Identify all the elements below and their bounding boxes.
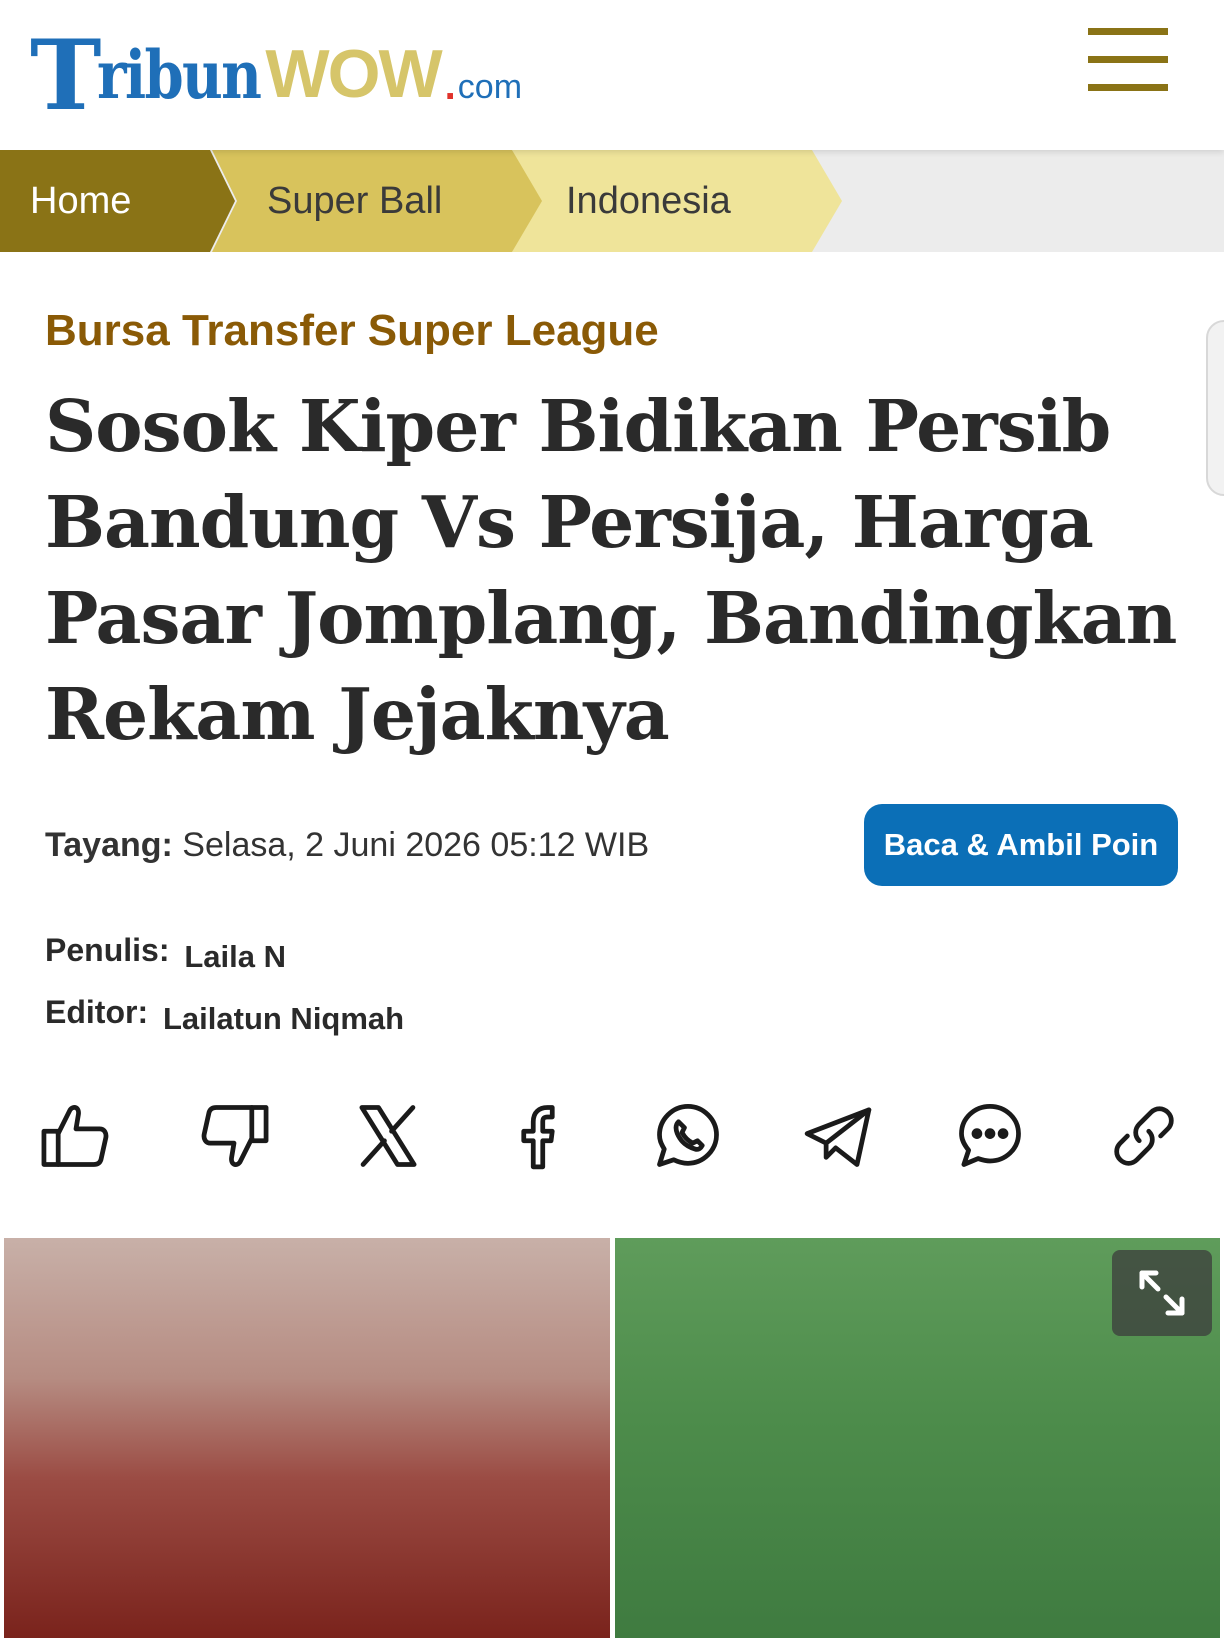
breadcrumb-super-ball[interactable]: Super Ball: [212, 150, 542, 252]
site-header: T ribun WOW . com: [0, 0, 1224, 150]
breadcrumb-home[interactable]: Home: [0, 150, 235, 252]
logo-letter-t: T: [30, 19, 101, 132]
thumbs-down-icon[interactable]: [196, 1098, 272, 1174]
read-earn-points-button[interactable]: Baca & Ambil Poin: [864, 804, 1178, 886]
link-icon[interactable]: [1106, 1098, 1182, 1174]
facebook-icon[interactable]: [500, 1098, 576, 1174]
breadcrumb-indonesia[interactable]: Indonesia: [512, 150, 842, 252]
article-category[interactable]: Bursa Transfer Super League: [45, 306, 659, 356]
featured-image[interactable]: [4, 1238, 1220, 1638]
logo-ribun: ribun: [97, 36, 262, 114]
author-credit: Penulis: Laila N: [45, 932, 286, 974]
breadcrumb: Home Super Ball Indonesia: [0, 150, 1224, 252]
tribunwow-logo[interactable]: T ribun WOW . com: [30, 14, 522, 124]
breadcrumb-super-ball-label: Super Ball: [267, 179, 443, 222]
logo-dot: .: [444, 64, 456, 108]
editor-name[interactable]: Lailatun Niqmah: [163, 1001, 404, 1036]
publish-date: Tayang: Selasa, 2 Juni 2026 05:12 WIB: [45, 826, 649, 865]
x-icon[interactable]: [350, 1098, 426, 1174]
logo-com: com: [457, 68, 523, 106]
telegram-icon[interactable]: [800, 1098, 876, 1174]
persija-players-photo: [4, 1238, 610, 1638]
expand-icon[interactable]: [1112, 1250, 1212, 1336]
editor-label: Editor:: [45, 994, 149, 1030]
article-title: Sosok Kiper Bidikan Persib Bandung Vs Pe…: [45, 384, 1177, 756]
publish-date-value: Selasa, 2 Juni 2026 05:12 WIB: [182, 826, 650, 864]
logo-wow: WOW: [265, 36, 442, 112]
share-bar: [36, 1098, 1196, 1178]
author-name[interactable]: Laila N: [184, 939, 286, 974]
side-drawer-tab[interactable]: [1206, 320, 1224, 496]
author-label: Penulis:: [45, 932, 170, 968]
publish-date-label: Tayang:: [45, 826, 173, 864]
comment-icon[interactable]: [952, 1098, 1028, 1174]
editor-credit: Editor: Lailatun Niqmah: [45, 994, 404, 1036]
breadcrumb-indonesia-label: Indonesia: [566, 179, 731, 222]
whatsapp-icon[interactable]: [650, 1098, 726, 1174]
hamburger-icon[interactable]: [1088, 28, 1168, 92]
thumbs-up-icon[interactable]: [38, 1098, 114, 1174]
breadcrumb-home-label: Home: [30, 179, 132, 222]
persib-players-photo: [615, 1238, 1220, 1638]
